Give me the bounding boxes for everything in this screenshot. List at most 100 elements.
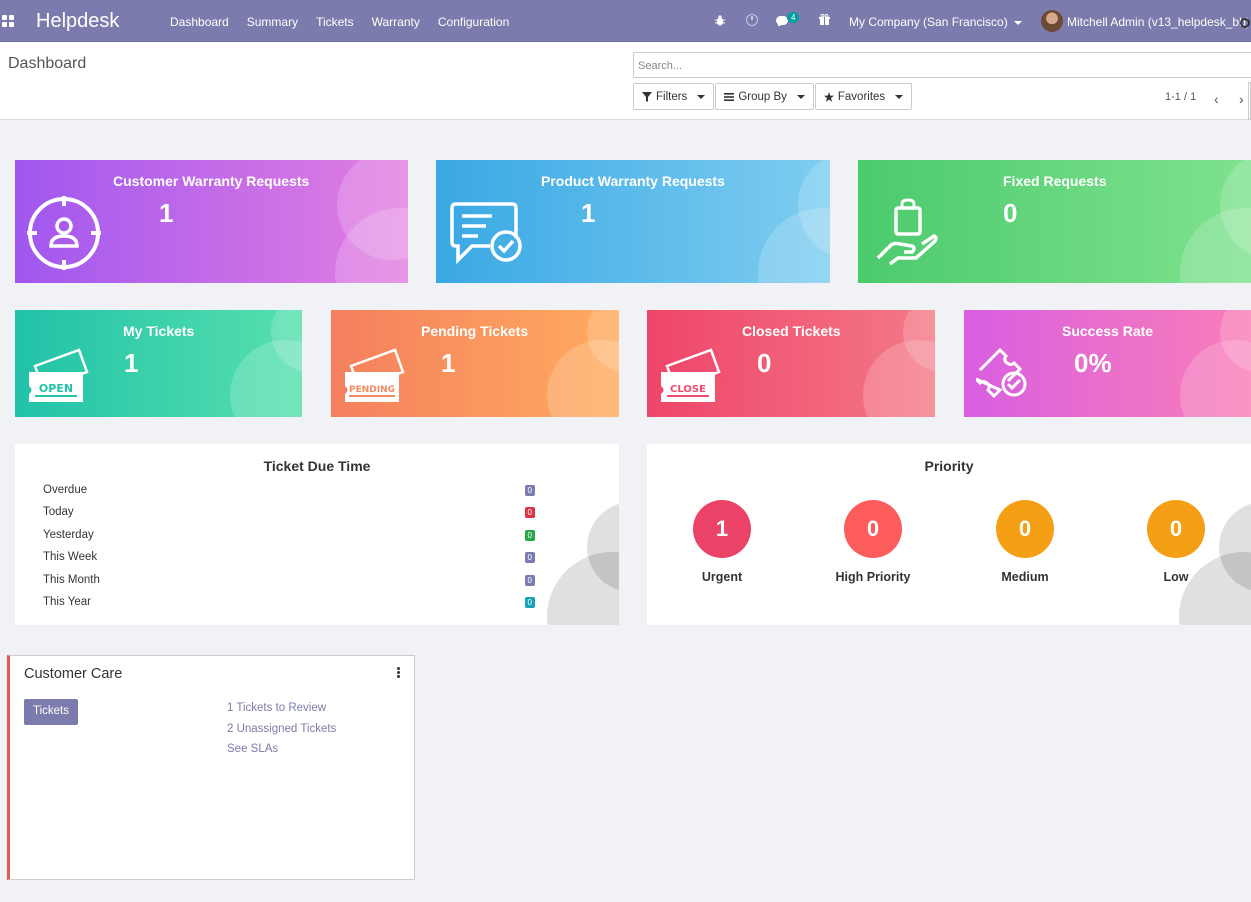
count-badge: 0 (524, 575, 535, 586)
ticket-check-icon (976, 348, 1027, 398)
search-input[interactable]: Search... (633, 52, 1251, 78)
priority-low[interactable]: 0 Low (1116, 500, 1236, 584)
card-product-warranty[interactable]: Product Warranty Requests 1 (436, 160, 830, 283)
menu-dashboard[interactable]: Dashboard (170, 15, 229, 29)
card-customer-warranty[interactable]: Customer Warranty Requests 1 (15, 160, 408, 283)
panel-title: Priority (924, 458, 974, 474)
caret-down-icon (796, 94, 805, 99)
card-pending-tickets[interactable]: Pending Tickets 1 PENDING (331, 310, 619, 417)
priority-medium[interactable]: 0 Medium (965, 500, 1085, 584)
caret-down-icon (1013, 20, 1022, 25)
priority-count: 0 (996, 500, 1054, 558)
breadcrumb: Dashboard (8, 55, 87, 72)
apps-grid-icon[interactable] (2, 15, 14, 27)
card-success-rate[interactable]: Success Rate 0% (964, 310, 1251, 417)
kebab-menu-icon[interactable] (397, 667, 401, 679)
card-title: Fixed Requests (1003, 173, 1107, 189)
priority-label: Medium (1001, 570, 1049, 584)
card-value: 0 (757, 348, 772, 378)
card-decoration (1180, 340, 1251, 417)
card-value: 1 (124, 348, 139, 378)
app-title[interactable]: Helpdesk (36, 10, 119, 33)
ticket-stamp: PENDING (349, 385, 395, 395)
due-row-this-year[interactable]: This Year 0 (43, 596, 535, 612)
group-by-button[interactable]: Group By (715, 83, 814, 110)
filters-button[interactable]: Filters (633, 83, 715, 110)
priority-panel: Priority 1 Urgent 0 High Priority 0 Medi… (647, 444, 1251, 625)
card-title: Closed Tickets (742, 323, 841, 339)
hand-bag-icon (876, 198, 938, 266)
ticket-due-time-panel: Ticket Due Time Overdue 0 Today 0 Yesterda… (15, 444, 619, 625)
user-target-icon (27, 196, 101, 270)
user-menu[interactable]: Mitchell Admin (v13_helpdesk_bb) (1067, 15, 1250, 29)
clock-icon[interactable] (746, 14, 758, 26)
tickets-button[interactable]: Tickets (24, 699, 78, 725)
favorites-button[interactable]: Favorites (814, 83, 913, 110)
card-decoration (547, 340, 619, 417)
card-title: My Tickets (123, 323, 195, 339)
ticket-stamp: OPEN (39, 382, 73, 395)
bug-icon[interactable] (715, 15, 725, 26)
menu-configuration[interactable]: Configuration (438, 15, 509, 29)
main-menu: Dashboard Summary Tickets Warranty Confi… (170, 15, 509, 29)
card-decoration (758, 208, 830, 283)
gift-icon[interactable] (819, 14, 830, 25)
count-badge: 0 (524, 485, 535, 496)
control-panel: Dashboard Search... Filters Group By Fav… (0, 42, 1251, 120)
card-fixed-requests[interactable]: Fixed Requests 0 (858, 160, 1251, 283)
card-value: 1 (441, 348, 456, 378)
top-navbar: Helpdesk Dashboard Summary Tickets Warra… (0, 0, 1251, 42)
card-decoration (863, 340, 935, 417)
card-value: 0 (1003, 198, 1018, 228)
priority-label: Low (1163, 570, 1189, 584)
menu-summary[interactable]: Summary (247, 15, 298, 29)
team-title: Customer Care (24, 666, 123, 682)
priority-urgent[interactable]: 1 Urgent (662, 500, 782, 584)
chat-check-icon (450, 202, 522, 265)
card-decoration (1180, 208, 1251, 283)
user-avatar[interactable] (1041, 10, 1063, 32)
due-row-yesterday[interactable]: Yesterday 0 (43, 529, 535, 545)
menu-tickets[interactable]: Tickets (316, 15, 354, 29)
priority-count: 0 (1147, 500, 1205, 558)
due-row-this-month[interactable]: This Month 0 (43, 574, 535, 590)
pager-value[interactable]: 1-1 / 1 (1165, 91, 1196, 103)
card-value: 1 (159, 198, 174, 228)
priority-label: Urgent (701, 570, 743, 584)
count-badge: 0 (524, 552, 535, 563)
star-icon (823, 91, 834, 102)
due-row-this-week[interactable]: This Week 0 (43, 551, 535, 567)
card-title: Product Warranty Requests (541, 173, 725, 189)
ticket-pending-icon: PENDING (345, 348, 405, 402)
search-icon[interactable] (1240, 18, 1250, 28)
see-slas-link[interactable]: See SLAs (227, 743, 278, 755)
card-closed-tickets[interactable]: Closed Tickets 0 CLOSE (647, 310, 935, 417)
tickets-to-review-link[interactable]: 1 Tickets to Review (227, 702, 326, 714)
menu-warranty[interactable]: Warranty (372, 15, 420, 29)
card-title: Success Rate (1062, 323, 1154, 339)
due-row-overdue[interactable]: Overdue 0 (43, 484, 535, 500)
panel-decoration (547, 552, 619, 625)
chevron-right-icon[interactable]: › (1239, 91, 1244, 107)
ticket-close-icon: CLOSE (661, 348, 721, 402)
card-title: Customer Warranty Requests (113, 173, 310, 189)
priority-count: 0 (844, 500, 902, 558)
priority-count: 1 (693, 500, 751, 558)
card-title: Pending Tickets (421, 323, 529, 339)
card-value: 0% (1074, 348, 1112, 378)
card-decoration (230, 340, 302, 417)
company-switcher[interactable]: My Company (San Francisco) (849, 15, 1022, 29)
count-badge: 0 (524, 597, 535, 608)
priority-high[interactable]: 0 High Priority (813, 500, 933, 584)
card-my-tickets[interactable]: My Tickets 1 OPEN (15, 310, 302, 417)
unassigned-tickets-link[interactable]: 2 Unassigned Tickets (227, 723, 336, 735)
due-row-today[interactable]: Today 0 (43, 506, 535, 522)
search-options: Filters Group By Favorites (633, 83, 913, 110)
ticket-open-icon: OPEN (29, 348, 89, 402)
filter-icon (642, 91, 652, 102)
caret-down-icon (697, 94, 706, 99)
chevron-left-icon[interactable]: ‹ (1214, 91, 1219, 107)
priority-label: High Priority (835, 570, 911, 584)
list-icon (724, 92, 735, 101)
card-value: 1 (581, 198, 596, 228)
